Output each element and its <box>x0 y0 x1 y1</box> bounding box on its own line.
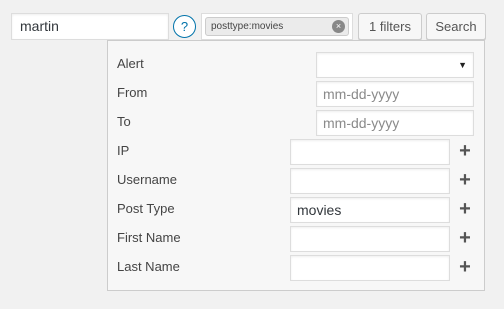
add-first-name-icon[interactable]: + <box>457 228 473 248</box>
to-label: To <box>117 114 131 129</box>
add-last-name-icon[interactable]: + <box>457 257 473 277</box>
username-label: Username <box>117 172 177 187</box>
alert-select[interactable]: ▼ <box>316 52 474 78</box>
add-post-type-icon[interactable]: + <box>457 199 473 219</box>
username-input[interactable] <box>290 168 450 194</box>
first-name-input[interactable] <box>290 226 450 252</box>
add-username-icon[interactable]: + <box>457 170 473 190</box>
active-filters-field[interactable]: posttype:movies × <box>201 13 353 40</box>
first-name-label: First Name <box>117 230 181 245</box>
filter-tag: posttype:movies × <box>205 17 349 36</box>
filters-panel: Alert ▼ From mm-dd-yyyy To mm-dd-yyyy IP… <box>107 40 485 291</box>
post-type-input[interactable]: movies <box>290 197 450 223</box>
remove-filter-icon[interactable]: × <box>332 20 345 33</box>
ip-label: IP <box>117 143 130 158</box>
post-type-label: Post Type <box>117 201 175 216</box>
help-button[interactable]: ? <box>173 15 196 38</box>
filter-tag-label: posttype:movies <box>211 21 284 32</box>
search-input[interactable]: martin <box>11 13 169 40</box>
from-label: From <box>117 85 148 100</box>
alert-label: Alert <box>117 56 144 71</box>
chevron-down-icon: ▼ <box>458 60 467 70</box>
last-name-label: Last Name <box>117 259 180 274</box>
last-name-input[interactable] <box>290 255 450 281</box>
add-ip-icon[interactable]: + <box>457 141 473 161</box>
ip-input[interactable] <box>290 139 450 165</box>
to-date-input[interactable]: mm-dd-yyyy <box>316 110 474 136</box>
from-date-input[interactable]: mm-dd-yyyy <box>316 81 474 107</box>
search-button[interactable]: Search <box>426 13 486 40</box>
filters-button[interactable]: 1 filters <box>358 13 422 40</box>
